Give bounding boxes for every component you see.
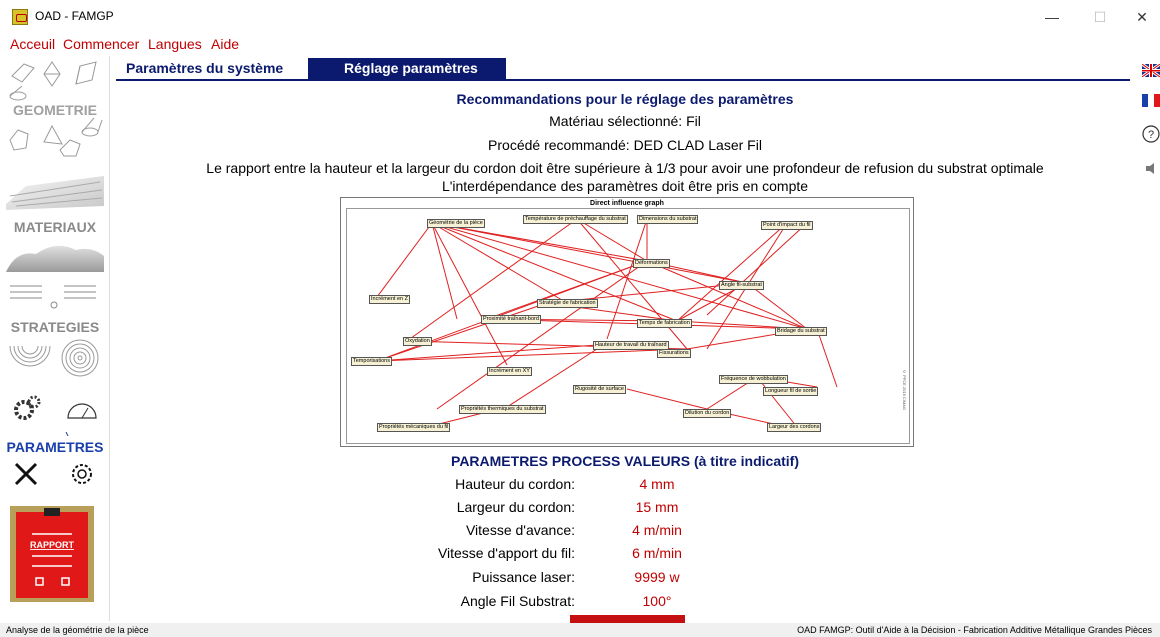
app-icon	[12, 9, 28, 25]
graph-node: Incrément en Z	[369, 295, 410, 304]
svg-text:GEOMETRIE: GEOMETRIE	[13, 102, 97, 118]
sidebar-strategies[interactable]: STRATEGIES	[6, 280, 104, 384]
sidebar: GEOMETRIE MATERIAUX STRATEGIES PARAMETRE…	[0, 56, 110, 621]
graph-title: Direct influence graph	[590, 200, 664, 207]
param-value: 15 mm	[635, 499, 679, 515]
maximize-button[interactable]: ☐	[1080, 6, 1120, 28]
sidebar-parametres[interactable]: PARAMETRES	[6, 390, 104, 494]
param-label: Vitesse d'avance:	[465, 522, 575, 538]
graph-node: Géométrie de la pièce	[427, 219, 485, 228]
param-row: Vitesse d'avance: 4 m/min	[340, 522, 780, 542]
graph-node: Température de préchauffage du substrat	[523, 215, 628, 224]
graph-node: Propriétés mécaniques du fil	[377, 423, 451, 432]
svg-text:RAPPORT: RAPPORT	[30, 540, 75, 550]
window-title: OAD - FAMGP	[35, 9, 114, 23]
param-row: Angle Fil Substrat: 100°	[340, 593, 780, 613]
param-value: 4 m/min	[632, 522, 682, 538]
graph-node: Angle fil-substrat	[719, 281, 764, 290]
graph-node: Temporisations	[351, 357, 392, 366]
materials-icon: MATERIAUX	[6, 176, 104, 272]
param-label: Hauteur du cordon:	[455, 476, 575, 492]
param-row: Vitesse d'apport du fil: 6 m/min	[340, 545, 780, 565]
sidebar-geometrie[interactable]: GEOMETRIE	[6, 58, 104, 172]
menu-acceuil[interactable]: Acceuil	[10, 36, 55, 52]
sidebar-materiaux[interactable]: MATERIAUX	[6, 176, 104, 274]
svg-text:STRATEGIES: STRATEGIES	[11, 319, 99, 335]
param-row: Puissance laser: 9999 w	[340, 569, 780, 589]
fr-flag-icon[interactable]	[1142, 94, 1160, 107]
graph-canvas: Géométrie de la pièce Température de pré…	[346, 208, 910, 444]
speaker-icon[interactable]	[1142, 162, 1160, 175]
report-clipboard-icon: RAPPORT	[10, 506, 94, 602]
param-value: 100°	[642, 593, 672, 609]
close-button[interactable]: ✕	[1122, 6, 1160, 28]
graph-node: Stratégie de fabrication	[537, 299, 598, 308]
param-label: Largeur du cordon:	[456, 499, 575, 515]
status-left: Analyse de la géométrie de la pièce	[6, 625, 149, 635]
graph-node: Dilution du cordon	[683, 409, 732, 418]
help-icon[interactable]: ?	[1142, 124, 1160, 146]
params-title: PARAMETRES PROCESS VALEURS (à titre indi…	[451, 453, 799, 469]
geometry-shapes-icon: GEOMETRIE	[9, 61, 103, 157]
graph-node: Point d'impact du fil	[761, 221, 813, 230]
graph-node: Déformations	[633, 259, 670, 268]
param-value: 4 mm	[639, 476, 675, 492]
param-value: 6 m/min	[632, 545, 682, 561]
graph-node: Fréquence de wobbulation	[719, 375, 788, 384]
recommendations-heading: Recommandations pour le réglage des para…	[456, 91, 794, 107]
tab-parametres-systeme[interactable]: Paramètres du système	[116, 58, 306, 79]
graph-node: Propriétés thermiques du substrat	[459, 405, 546, 414]
interdependence-note: L'interdépendance des paramètres doit êt…	[441, 178, 809, 194]
svg-text:?: ?	[1148, 129, 1154, 141]
recommended-process: Procédé recommandé: DED CLAD Laser Fil	[488, 137, 762, 153]
param-label: Puissance laser:	[472, 569, 575, 585]
influence-graph: Direct influence graph Géométrie de la p…	[340, 197, 914, 447]
tab-underline	[116, 79, 1130, 81]
svg-text:MATERIAUX: MATERIAUX	[14, 219, 97, 235]
graph-node: Incrément en XY	[487, 367, 532, 376]
menu-commencer[interactable]: Commencer	[63, 36, 139, 52]
status-right: OAD FAMGP: Outil d'Aide à la Décision - …	[797, 625, 1152, 635]
minimize-button[interactable]: —	[1032, 6, 1072, 28]
graph-node: Temps de fabrication	[637, 319, 692, 328]
menu-bar: Acceuil Commencer Langues Aide	[0, 34, 1160, 54]
tab-bar: Paramètres du système Réglage paramètres	[116, 58, 506, 79]
param-row: Hauteur du cordon: 4 mm	[340, 476, 780, 496]
param-label: Angle Fil Substrat:	[460, 593, 575, 609]
svg-text:PARAMETRES: PARAMETRES	[7, 439, 104, 455]
graph-node: Fissurations	[657, 349, 691, 358]
graph-node: Dimensions du substrat	[637, 215, 699, 224]
selected-material: Matériau sélectionné: Fil	[549, 113, 701, 129]
graph-node: Longueur fil de sortie	[763, 387, 819, 396]
param-row: Largeur du cordon: 15 mm	[340, 499, 780, 519]
tab-reglage-parametres[interactable]: Réglage paramètres	[308, 58, 506, 79]
action-button[interactable]	[570, 615, 685, 623]
graph-node: Oxydation	[403, 337, 432, 346]
strategies-icon: STRATEGIES	[9, 285, 99, 377]
graph-copyright: © PFCE 2019 CIMAG	[902, 369, 907, 411]
title-bar: OAD - FAMGP — ☐ ✕	[0, 0, 1160, 34]
menu-aide[interactable]: Aide	[211, 36, 239, 52]
uk-flag-icon[interactable]	[1141, 62, 1160, 79]
param-label: Vitesse d'apport du fil:	[437, 545, 575, 561]
graph-node: Bridage du substrat	[775, 327, 827, 336]
parameters-icon: PARAMETRES	[7, 395, 104, 486]
menu-langues[interactable]: Langues	[148, 36, 202, 52]
sidebar-rapport[interactable]: RAPPORT	[6, 504, 104, 604]
graph-node: Rugosité de surface	[573, 385, 626, 394]
graph-node: Largeur des cordons	[767, 423, 822, 432]
ratio-note: Le rapport entre la hauteur et la largeu…	[206, 160, 1044, 176]
status-bar: Analyse de la géométrie de la pièce OAD …	[0, 623, 1160, 637]
graph-node: Proximité traînant-bord	[481, 315, 541, 324]
param-value: 9999 w	[634, 569, 680, 585]
